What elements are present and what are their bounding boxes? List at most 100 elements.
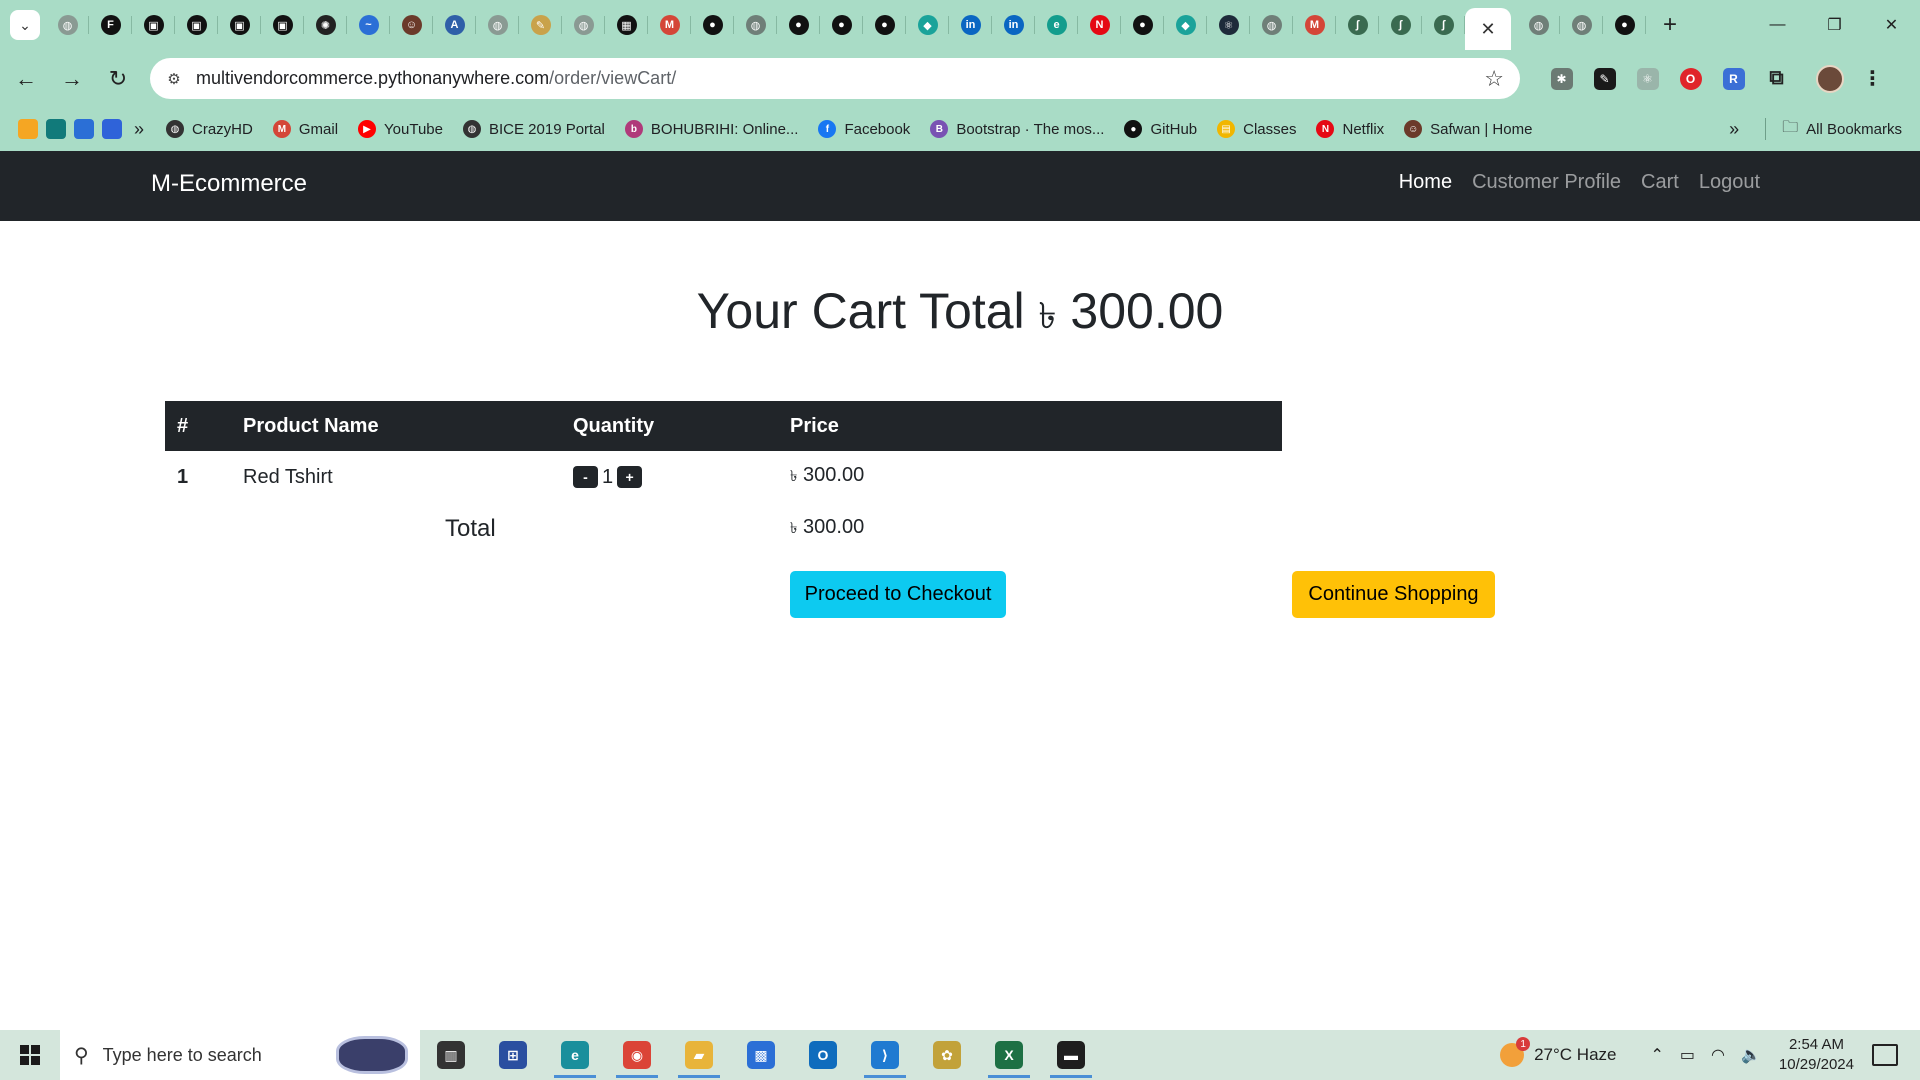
- browser-tab-12[interactable]: ◍: [562, 0, 605, 50]
- browser-tab-1[interactable]: F: [89, 0, 132, 50]
- browser-tab-6[interactable]: ✺: [304, 0, 347, 50]
- start-button[interactable]: [0, 1030, 60, 1080]
- decrease-quantity-button[interactable]: -: [573, 466, 598, 489]
- browser-tab-after-1[interactable]: ◍: [1560, 0, 1603, 50]
- bookmark-6[interactable]: B Bootstrap · The mos...: [920, 113, 1114, 145]
- battery-icon[interactable]: ▭: [1680, 1045, 1695, 1065]
- browser-tab-32[interactable]: ʃ: [1422, 0, 1465, 50]
- extension-eyedropper[interactable]: ✎: [1583, 59, 1626, 99]
- browser-tab-27[interactable]: ⚛: [1207, 0, 1250, 50]
- browser-tab-16[interactable]: ◍: [734, 0, 777, 50]
- browser-tab-14[interactable]: M: [648, 0, 691, 50]
- proceed-to-checkout-button[interactable]: Proceed to Checkout: [790, 571, 1006, 618]
- bookmark-4[interactable]: b BOHUBRIHI: Online...: [615, 113, 809, 145]
- browser-tab-7[interactable]: ~: [347, 0, 390, 50]
- nav-customer-profile[interactable]: Customer Profile: [1472, 171, 1621, 194]
- taskbar-app-file-explorer[interactable]: ▰: [668, 1030, 730, 1080]
- url-text[interactable]: multivendorcommerce.pythonanywhere.com/o…: [196, 68, 676, 89]
- bookmark-3[interactable]: ◍ BICE 2019 Portal: [453, 113, 615, 145]
- extension-react[interactable]: ⚛: [1626, 59, 1669, 99]
- taskbar-app-excel[interactable]: X: [978, 1030, 1040, 1080]
- chevron-up-icon[interactable]: ⌃: [1651, 1045, 1664, 1065]
- minimize-button[interactable]: —: [1749, 0, 1806, 50]
- browser-tab-9[interactable]: A: [433, 0, 476, 50]
- browser-tab-29[interactable]: M: [1293, 0, 1336, 50]
- back-button[interactable]: ←: [6, 59, 46, 99]
- extension-bug[interactable]: ✱: [1540, 59, 1583, 99]
- bookmark-8[interactable]: ▤ Classes: [1207, 113, 1306, 145]
- bookmarks-overflow-left[interactable]: »: [122, 119, 156, 140]
- taskbar-app-task-view[interactable]: ▥: [420, 1030, 482, 1080]
- browser-tab-2[interactable]: ▣: [132, 0, 175, 50]
- close-window-button[interactable]: ✕: [1863, 0, 1920, 50]
- browser-tab-26[interactable]: ◆: [1164, 0, 1207, 50]
- bookmark-star-icon[interactable]: ☆: [1484, 66, 1504, 92]
- site-info-icon[interactable]: ⚙: [160, 65, 188, 93]
- browser-tab-25[interactable]: ●: [1121, 0, 1164, 50]
- bookmark-10[interactable]: ☺ Safwan | Home: [1394, 113, 1542, 145]
- browser-tab-18[interactable]: ●: [820, 0, 863, 50]
- taskbar-search[interactable]: ⚲ Type here to search: [60, 1030, 420, 1080]
- app-shortcut-orange[interactable]: [18, 119, 38, 139]
- taskbar-app-edge[interactable]: e: [544, 1030, 606, 1080]
- browser-tab-23[interactable]: e: [1035, 0, 1078, 50]
- increase-quantity-button[interactable]: +: [617, 466, 643, 489]
- search-highlight-image[interactable]: [336, 1036, 408, 1074]
- continue-shopping-button[interactable]: Continue Shopping: [1292, 571, 1495, 618]
- browser-tab-17[interactable]: ●: [777, 0, 820, 50]
- browser-tab-31[interactable]: ʃ: [1379, 0, 1422, 50]
- new-tab-button[interactable]: +: [1652, 7, 1688, 43]
- taskbar-app-paint[interactable]: ✿: [916, 1030, 978, 1080]
- taskbar-app-outlook[interactable]: O: [792, 1030, 854, 1080]
- nav-cart[interactable]: Cart: [1641, 171, 1679, 194]
- profile-button[interactable]: [1808, 59, 1851, 99]
- browser-tab-30[interactable]: ʃ: [1336, 0, 1379, 50]
- taskbar-app-store[interactable]: ▩: [730, 1030, 792, 1080]
- taskbar-app-terminal[interactable]: ▬: [1040, 1030, 1102, 1080]
- extensions-menu[interactable]: ⧉: [1755, 59, 1798, 99]
- site-brand[interactable]: M-Ecommerce: [151, 170, 307, 198]
- browser-tab-after-2[interactable]: ●: [1603, 0, 1646, 50]
- wifi-icon[interactable]: ◠: [1711, 1045, 1725, 1065]
- app-shortcut-blue-2[interactable]: [102, 119, 122, 139]
- nav-logout[interactable]: Logout: [1699, 171, 1760, 194]
- app-shortcut-blue[interactable]: [74, 119, 94, 139]
- browser-tab-11[interactable]: ✎: [519, 0, 562, 50]
- reload-button[interactable]: ↻: [98, 59, 138, 99]
- notification-icon[interactable]: [1872, 1044, 1898, 1066]
- bookmark-2[interactable]: ▶ YouTube: [348, 113, 453, 145]
- browser-tab-22[interactable]: in: [992, 0, 1035, 50]
- browser-tab-0[interactable]: ◍: [46, 0, 89, 50]
- volume-icon[interactable]: 🔈: [1741, 1045, 1761, 1065]
- browser-tab-3[interactable]: ▣: [175, 0, 218, 50]
- browser-tab-21[interactable]: in: [949, 0, 992, 50]
- extension-opera[interactable]: O: [1669, 59, 1712, 99]
- forward-button[interactable]: →: [52, 59, 92, 99]
- browser-tab-28[interactable]: ◍: [1250, 0, 1293, 50]
- browser-tab-20[interactable]: ◆: [906, 0, 949, 50]
- bookmark-5[interactable]: f Facebook: [808, 113, 920, 145]
- restore-button[interactable]: ❐: [1806, 0, 1863, 50]
- browser-menu-button[interactable]: ⋮: [1851, 59, 1894, 99]
- bookmark-7[interactable]: ● GitHub: [1114, 113, 1207, 145]
- clock[interactable]: 2:54 AM 10/29/2024: [1779, 1035, 1854, 1075]
- taskbar-app-chrome[interactable]: ◉: [606, 1030, 668, 1080]
- browser-tab-8[interactable]: ☺: [390, 0, 433, 50]
- bookmark-1[interactable]: M Gmail: [263, 113, 348, 145]
- all-bookmarks-button[interactable]: 🗀 All Bookmarks: [1782, 113, 1902, 145]
- address-bar[interactable]: ⚙ multivendorcommerce.pythonanywhere.com…: [150, 58, 1520, 99]
- browser-tab-after-0[interactable]: ◍: [1517, 0, 1560, 50]
- browser-tab-10[interactable]: ◍: [476, 0, 519, 50]
- weather-widget[interactable]: 27°C Haze: [1500, 1037, 1617, 1067]
- app-shortcut-teal[interactable]: [46, 119, 66, 139]
- browser-tab-4[interactable]: ▣: [218, 0, 261, 50]
- active-tab[interactable]: ✕: [1465, 8, 1511, 50]
- bookmark-9[interactable]: N Netflix: [1306, 113, 1394, 145]
- browser-tab-24[interactable]: N: [1078, 0, 1121, 50]
- close-icon[interactable]: ✕: [1480, 19, 1495, 40]
- bookmark-0[interactable]: ◍ CrazyHD: [156, 113, 263, 145]
- browser-tab-15[interactable]: ●: [691, 0, 734, 50]
- browser-tab-5[interactable]: ▣: [261, 0, 304, 50]
- taskbar-app-network-app[interactable]: ⊞: [482, 1030, 544, 1080]
- browser-tab-19[interactable]: ●: [863, 0, 906, 50]
